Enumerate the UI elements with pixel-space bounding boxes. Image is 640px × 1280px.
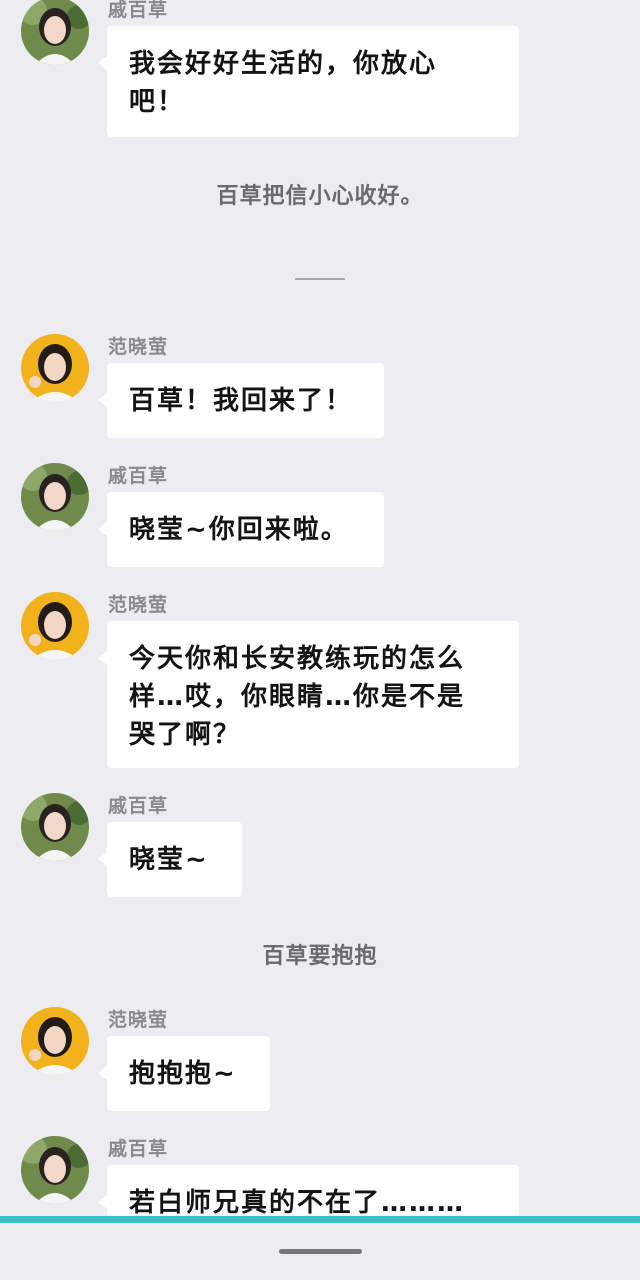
section-divider	[295, 278, 345, 280]
sender-name: 范晓萤	[108, 336, 169, 358]
sender-name: 戚百草	[108, 1138, 169, 1160]
avatar-fan-xiaoying-icon[interactable]	[21, 592, 89, 660]
progress-strip	[0, 1216, 640, 1223]
avatar-qi-baicao-icon[interactable]	[21, 0, 89, 65]
sender-name: 戚百草	[108, 0, 169, 21]
message-bubble[interactable]: 抱抱抱~	[98, 1036, 270, 1111]
sender-name: 范晓萤	[108, 594, 169, 616]
avatar-fan-xiaoying-icon[interactable]	[21, 334, 89, 402]
narration-text: 百草要抱抱	[262, 944, 378, 969]
avatar-qi-baicao-icon[interactable]	[21, 1136, 89, 1204]
message-bubble[interactable]: 今天你和长安教练玩的怎么 样…哎，你眼睛…你是不是 哭了啊？	[98, 621, 519, 768]
narration-text: 百草把信小心收好。	[216, 184, 424, 209]
chat-screen: 戚百草 我会好好生活的，你放心 吧！ 百草把信小心收好。 范晓萤 百草！我回来了…	[0, 0, 640, 1280]
avatar-qi-baicao-icon[interactable]	[21, 793, 89, 861]
message-bubble[interactable]: 晓莹~你回来啦。	[98, 492, 384, 567]
sender-name: 戚百草	[108, 795, 169, 817]
sender-name: 戚百草	[108, 465, 169, 487]
sender-name: 范晓萤	[108, 1009, 169, 1031]
avatar-qi-baicao-icon[interactable]	[21, 463, 89, 531]
message-bubble[interactable]: 我会好好生活的，你放心 吧！	[98, 26, 519, 137]
chat-message-list[interactable]: 戚百草 我会好好生活的，你放心 吧！ 百草把信小心收好。 范晓萤 百草！我回来了…	[0, 0, 640, 1218]
message-bubble[interactable]: 若白师兄真的不在了………	[98, 1165, 519, 1218]
avatar-fan-xiaoying-icon[interactable]	[21, 1007, 89, 1075]
message-bubble[interactable]: 百草！我回来了！	[98, 363, 384, 438]
system-navigation-bar	[0, 1223, 640, 1280]
home-indicator[interactable]	[279, 1249, 362, 1254]
message-bubble[interactable]: 晓莹~	[98, 822, 242, 897]
